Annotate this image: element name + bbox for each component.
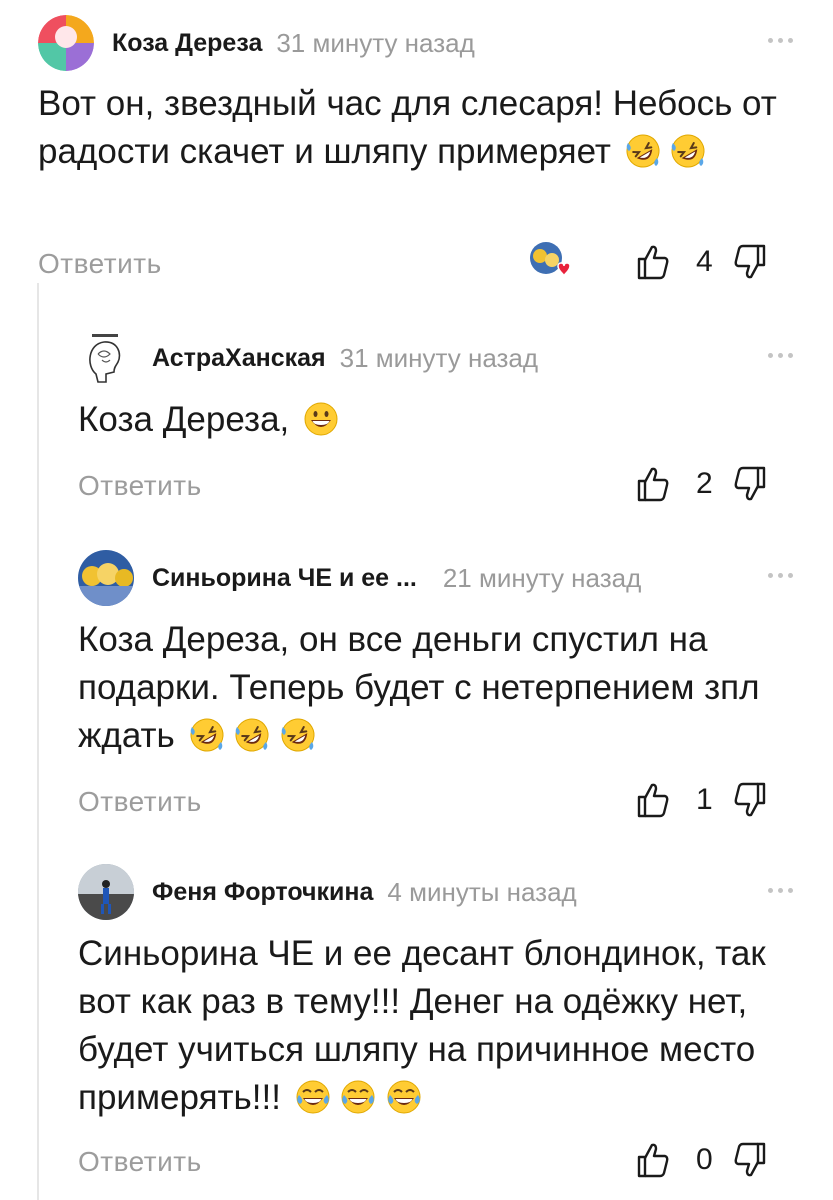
author-name[interactable]: АстраХанская — [152, 344, 326, 373]
reply-button[interactable]: Ответить — [38, 248, 162, 280]
timestamp: 4 минуты назад — [387, 876, 577, 907]
reactions-icon[interactable] — [528, 240, 576, 284]
rolling-laughing-emoji-icon — [625, 133, 661, 169]
author-name[interactable]: Коза Дереза — [112, 29, 262, 58]
reply-button[interactable]: Ответить — [78, 1146, 202, 1178]
tears-of-joy-emoji-icon — [295, 1079, 331, 1115]
rolling-laughing-emoji-icon — [280, 717, 316, 753]
person-photo-avatar-icon[interactable] — [78, 864, 134, 920]
thumb-down-icon[interactable] — [733, 1142, 767, 1178]
thumb-up-icon[interactable] — [636, 1142, 670, 1178]
reply-button[interactable]: Ответить — [78, 470, 202, 502]
head-sketch-avatar-icon[interactable] — [78, 330, 134, 386]
thumb-down-icon[interactable] — [733, 244, 767, 280]
more-options-icon[interactable] — [768, 38, 793, 43]
timestamp: 31 минуту назад — [276, 27, 475, 58]
comment-text: Синьорина ЧЕ и ее десант блондинок, так … — [78, 934, 766, 1117]
more-options-icon[interactable] — [768, 353, 793, 358]
pinwheel-avatar-icon[interactable] — [38, 15, 94, 71]
comment-text: Коза Дереза, — [78, 396, 798, 444]
tears-of-joy-emoji-icon — [340, 1079, 376, 1115]
more-options-icon[interactable] — [768, 888, 793, 893]
like-count: 4 — [696, 245, 713, 278]
grinning-emoji-icon — [303, 401, 339, 437]
like-count: 1 — [696, 783, 713, 816]
more-options-icon[interactable] — [768, 573, 793, 578]
comment-text: Коза Дереза, он все деньги спустил на по… — [78, 620, 760, 755]
rolling-laughing-emoji-icon — [189, 717, 225, 753]
reply-button[interactable]: Ответить — [78, 786, 202, 818]
rolling-laughing-emoji-icon — [670, 133, 706, 169]
timestamp: 21 минуту назад — [442, 562, 642, 593]
timestamp: 31 минуту назад — [339, 342, 539, 373]
author-name[interactable]: Феня Форточкина — [152, 878, 373, 907]
like-count: 2 — [696, 467, 713, 500]
thread-line — [37, 283, 39, 1200]
thumb-up-icon[interactable] — [636, 466, 670, 502]
comment-text: Вот он, звездный час для слесаря! Небось… — [38, 84, 777, 171]
tears-of-joy-emoji-icon — [386, 1079, 422, 1115]
blondes-avatar-icon[interactable] — [78, 550, 134, 606]
like-count: 0 — [696, 1143, 713, 1176]
rolling-laughing-emoji-icon — [234, 717, 270, 753]
thumb-down-icon[interactable] — [733, 782, 767, 818]
thumb-down-icon[interactable] — [733, 466, 767, 502]
thumb-up-icon[interactable] — [636, 244, 670, 280]
thumb-up-icon[interactable] — [636, 782, 670, 818]
author-name[interactable]: Синьорина ЧЕ и ее ... — [152, 564, 417, 593]
